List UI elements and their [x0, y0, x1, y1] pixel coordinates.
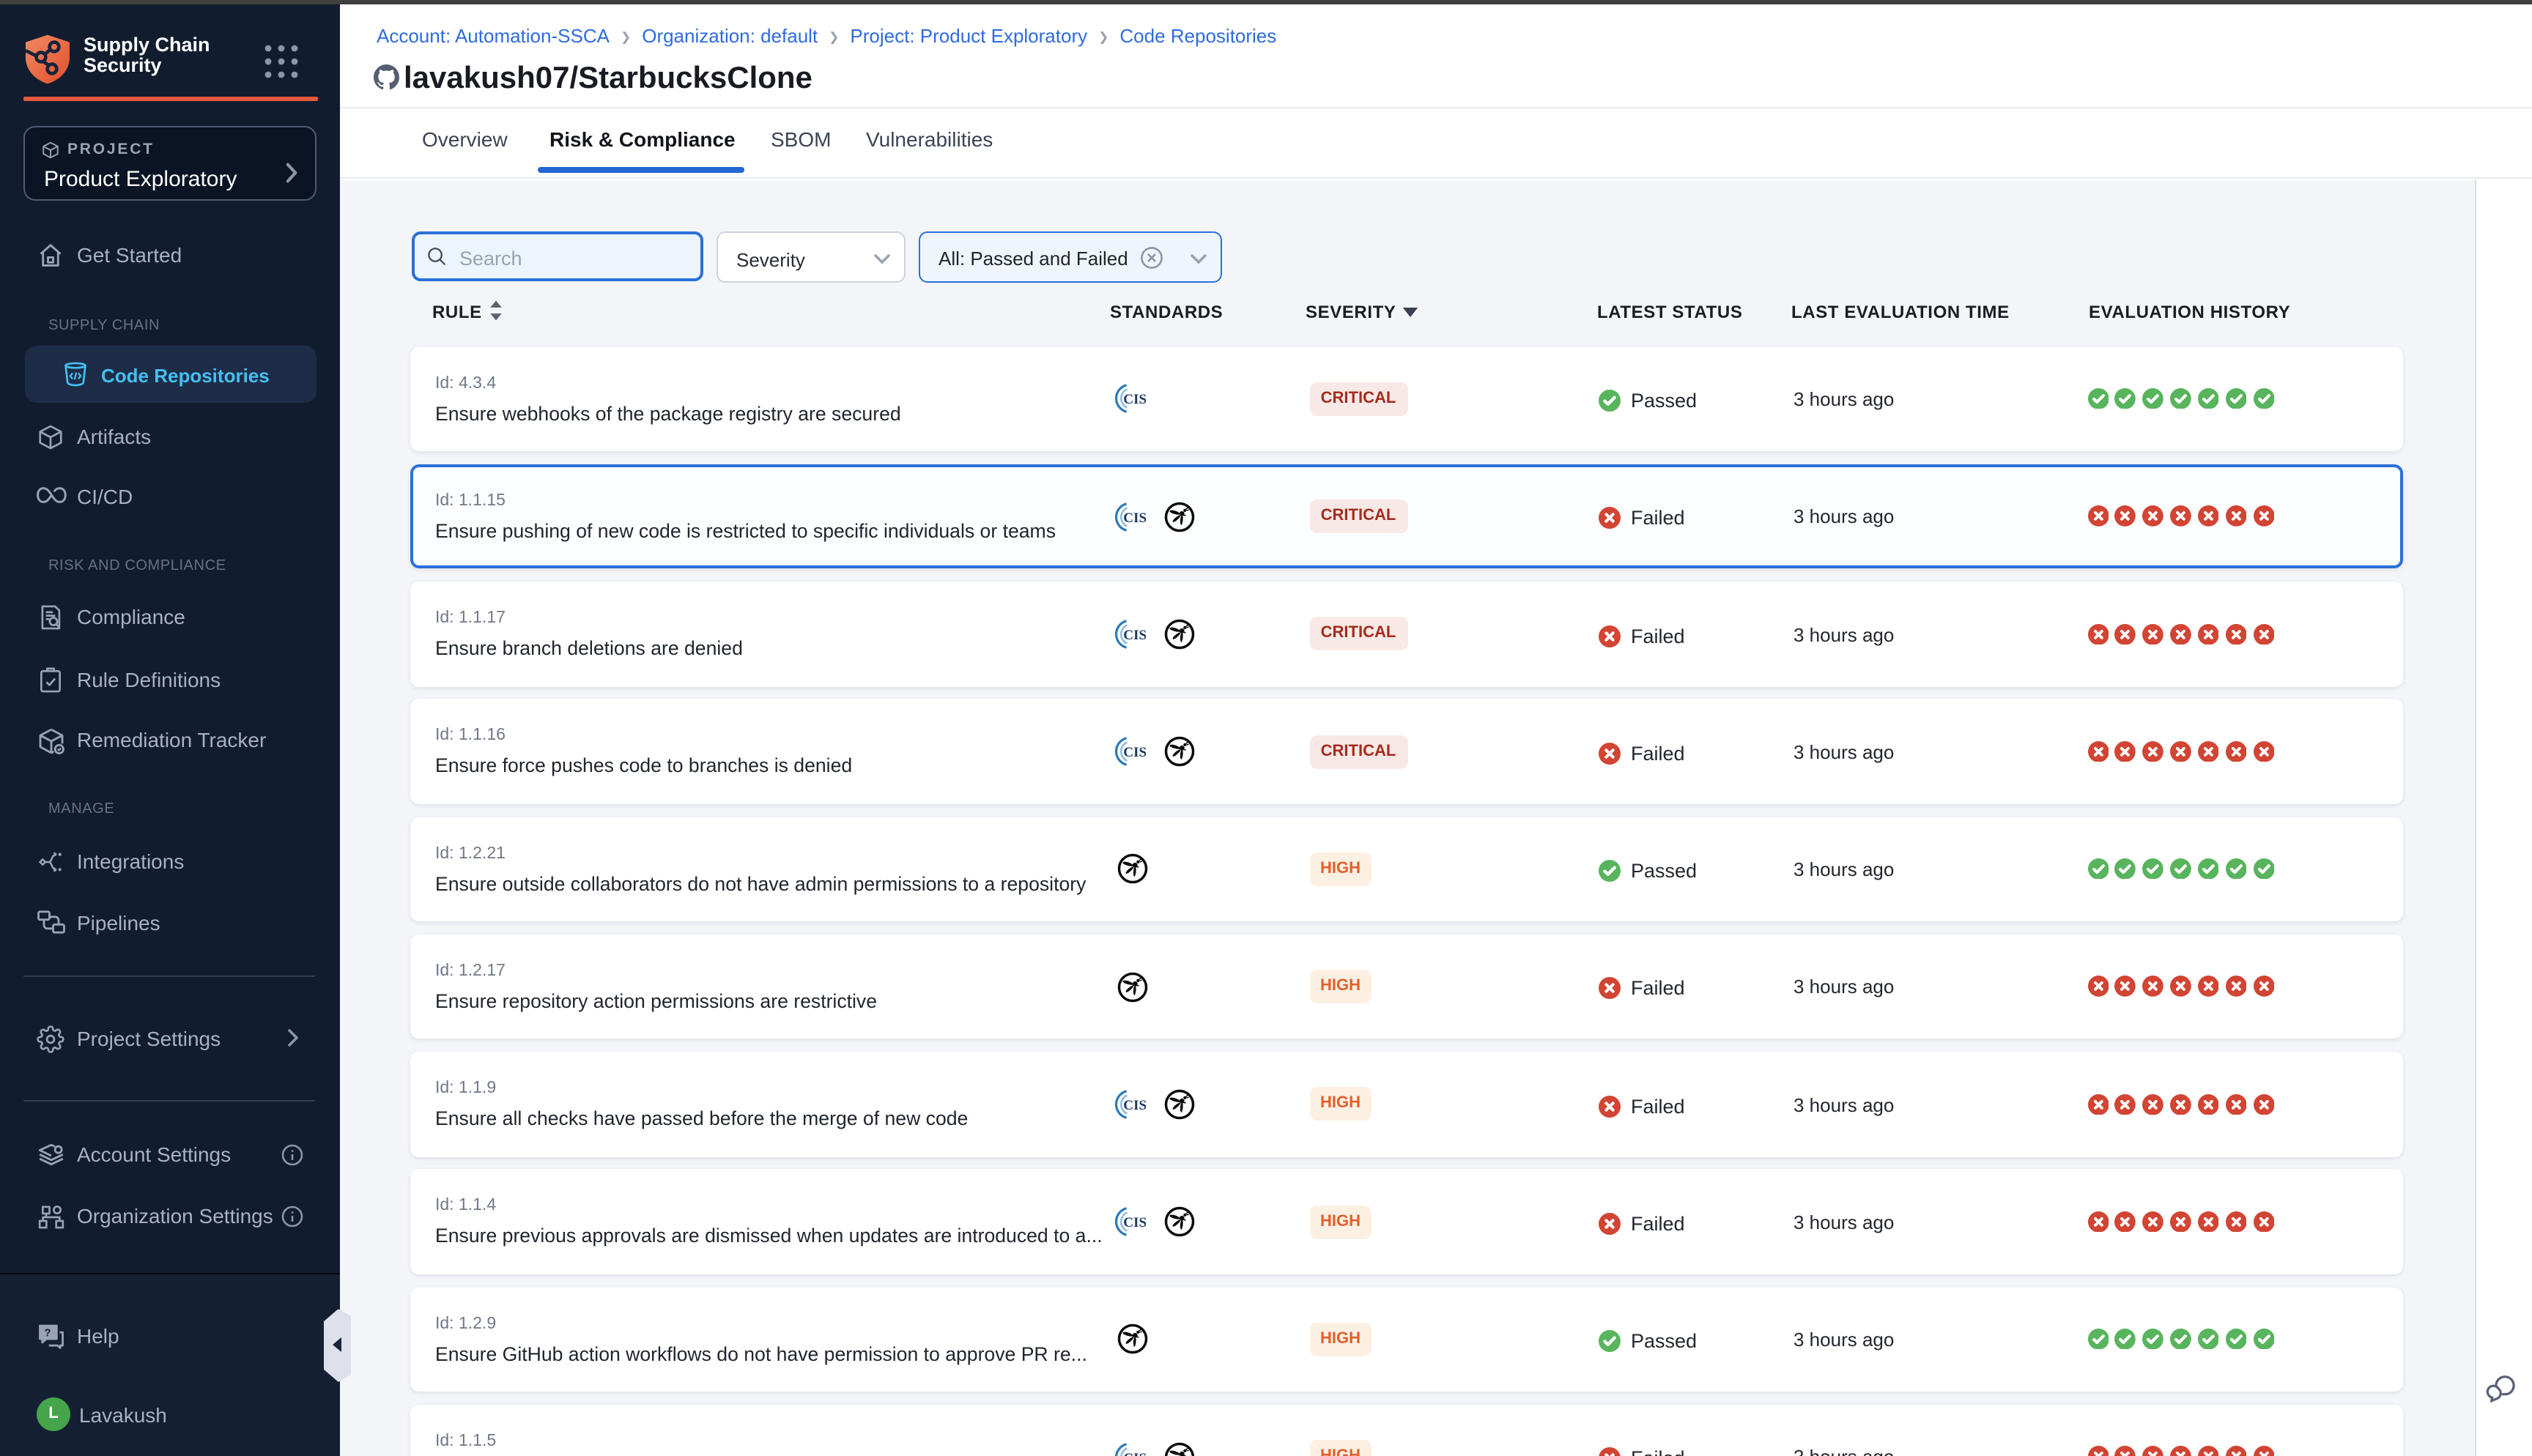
svg-text:CIS: CIS	[1122, 510, 1145, 525]
svg-text:CIS: CIS	[1122, 1098, 1145, 1113]
svg-text:CIS: CIS	[1122, 1450, 1145, 1456]
svg-text:CIS: CIS	[1122, 1215, 1145, 1230]
svg-text:CIS: CIS	[1122, 393, 1145, 408]
svg-text:CIS: CIS	[1122, 628, 1145, 643]
svg-text:?: ?	[45, 1326, 51, 1338]
svg-text:CIS: CIS	[1122, 745, 1145, 760]
